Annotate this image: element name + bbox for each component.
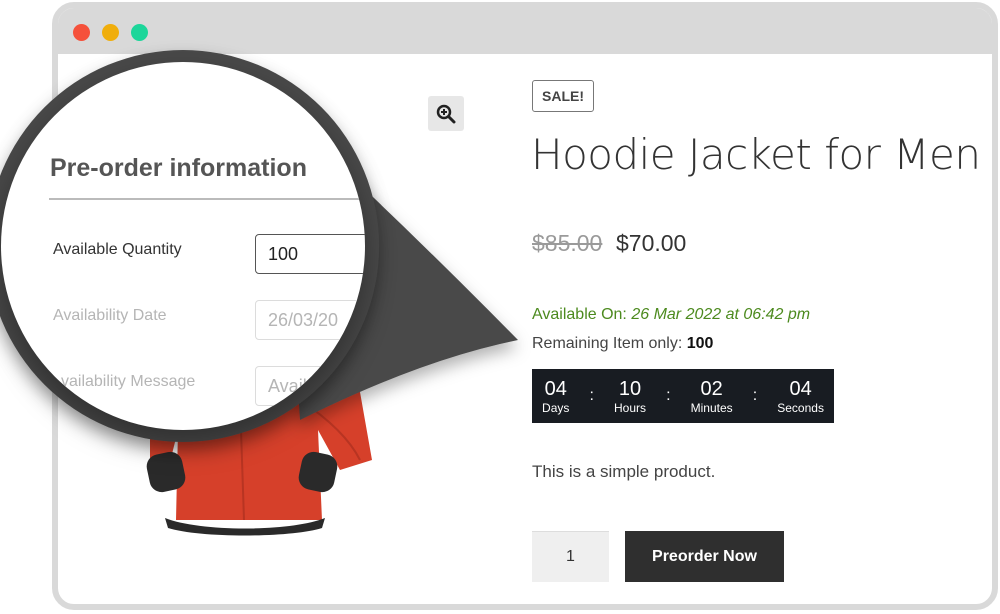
regular-price: $85.00	[532, 230, 603, 256]
countdown-value: 04	[789, 377, 812, 400]
countdown-label: Days	[542, 400, 570, 415]
countdown-label: Seconds	[777, 400, 824, 415]
countdown-separator: :	[666, 387, 671, 404]
countdown-days: 04 Days	[542, 379, 569, 414]
countdown-hours: 10 Hours	[614, 379, 646, 414]
remaining-label: Remaining Item only:	[532, 335, 683, 352]
countdown-label: Minutes	[690, 400, 733, 415]
availability-message-label: vailability Message	[61, 373, 196, 390]
remaining-info: Remaining Item only: 100	[532, 335, 713, 353]
remaining-value: 100	[686, 335, 714, 352]
availability-message-input[interactable]: Avail	[255, 366, 365, 406]
availability-date: 26 Mar 2022 at 06:42 pm	[631, 306, 811, 323]
magnified-content: Pre-order information Available Quantity…	[1, 62, 365, 430]
availability-info: Available On: 26 Mar 2022 at 06:42 pm	[532, 306, 810, 324]
sale-price: $70.00	[616, 230, 687, 256]
countdown-minutes: 02 Minutes	[691, 379, 733, 414]
quantity-input[interactable]: 1	[532, 531, 609, 582]
countdown-value: 10	[618, 377, 642, 400]
preorder-now-button[interactable]: Preorder Now	[625, 531, 784, 582]
countdown-value: 04	[544, 377, 567, 400]
image-zoom-button[interactable]	[428, 96, 464, 131]
product-title: Hoodie Jacket for Men	[531, 130, 981, 179]
sale-badge: SALE!	[532, 80, 594, 112]
availability-date-label: Availability Date	[53, 307, 167, 324]
section-divider	[49, 198, 365, 200]
countdown-separator: :	[752, 387, 758, 404]
preorder-info-heading-text: Pre-order information	[50, 154, 307, 182]
countdown-value: 02	[700, 377, 723, 400]
countdown-timer: 04 Days : 10 Hours : 02 Minutes : 04 Sec…	[532, 369, 834, 423]
zoom-in-icon	[436, 104, 456, 123]
product-description: This is a simple product.	[532, 462, 716, 481]
available-quantity-label: Available Quantity	[53, 241, 182, 258]
countdown-seconds: 04 Seconds	[777, 379, 824, 414]
countdown-label: Hours	[613, 400, 646, 415]
availability-date-input[interactable]: 26/03/20	[255, 300, 365, 340]
availability-label: Available On:	[532, 306, 627, 323]
available-quantity-input[interactable]: 100	[255, 234, 365, 274]
countdown-separator: :	[589, 387, 594, 404]
